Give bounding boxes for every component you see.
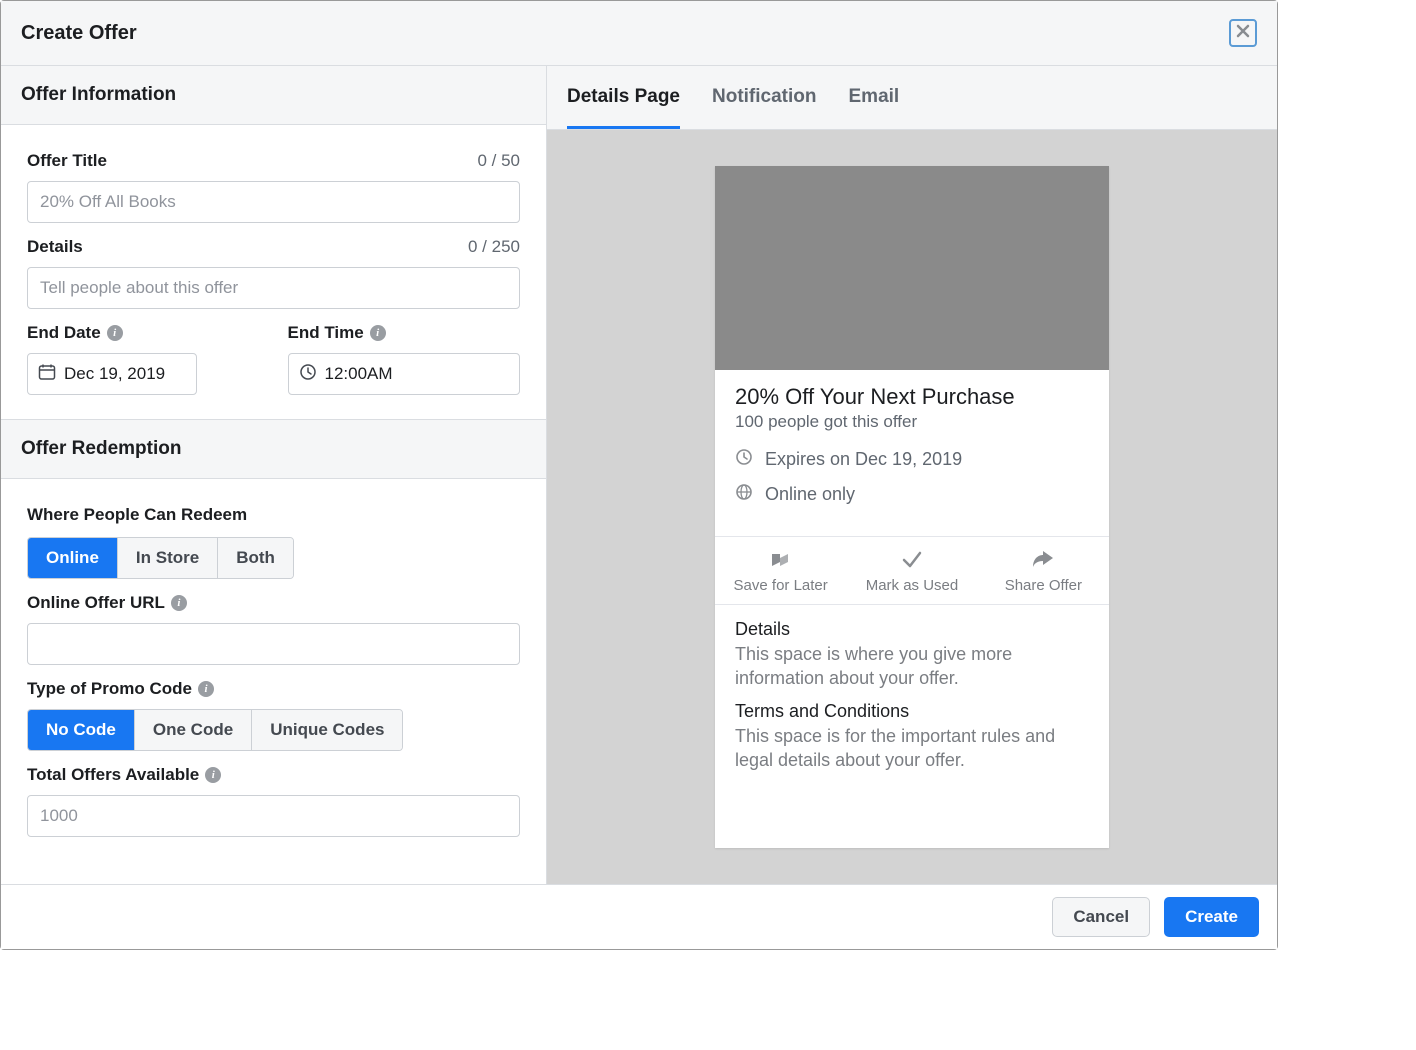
where-option-both[interactable]: Both bbox=[218, 538, 293, 578]
share-icon bbox=[1030, 548, 1056, 575]
preview-terms-heading: Terms and Conditions bbox=[735, 701, 1089, 722]
promo-type-label: Type of Promo Code bbox=[27, 679, 192, 699]
end-date-picker[interactable]: Dec 19, 2019 bbox=[27, 353, 197, 395]
clock-icon bbox=[735, 448, 753, 471]
modal-footer: Cancel Create bbox=[1, 884, 1277, 949]
bookmark-icon bbox=[768, 548, 794, 575]
preview-image-placeholder bbox=[715, 166, 1109, 370]
tab-notification[interactable]: Notification bbox=[712, 66, 817, 129]
modal-header: Create Offer bbox=[1, 1, 1277, 66]
info-icon[interactable]: i bbox=[198, 681, 214, 697]
promo-option-unique[interactable]: Unique Codes bbox=[252, 710, 402, 750]
mark-as-used-button[interactable]: Mark as Used bbox=[846, 537, 977, 604]
close-button[interactable] bbox=[1229, 19, 1257, 47]
clock-icon bbox=[299, 363, 317, 386]
details-label: Details bbox=[27, 237, 83, 257]
details-input[interactable] bbox=[27, 267, 520, 309]
cancel-button[interactable]: Cancel bbox=[1052, 897, 1150, 937]
mark-label: Mark as Used bbox=[846, 577, 977, 594]
create-button[interactable]: Create bbox=[1164, 897, 1259, 937]
offer-title-counter: 0 / 50 bbox=[477, 151, 520, 171]
share-offer-button[interactable]: Share Offer bbox=[978, 537, 1109, 604]
preview-details-text: This space is where you give more inform… bbox=[735, 642, 1089, 691]
globe-icon bbox=[735, 483, 753, 506]
preview-expires: Expires on Dec 19, 2019 bbox=[765, 449, 962, 470]
preview-tabs: Details Page Notification Email bbox=[547, 66, 1277, 130]
where-option-instore[interactable]: In Store bbox=[118, 538, 218, 578]
end-date-label: End Date bbox=[27, 323, 101, 343]
promo-option-none[interactable]: No Code bbox=[28, 710, 135, 750]
promo-type-group: No Code One Code Unique Codes bbox=[27, 709, 403, 751]
total-offers-input[interactable] bbox=[27, 795, 520, 837]
end-time-picker[interactable]: 12:00AM bbox=[288, 353, 520, 395]
modal-title: Create Offer bbox=[21, 22, 137, 45]
preview-details-heading: Details bbox=[735, 619, 1089, 640]
save-label: Save for Later bbox=[715, 577, 846, 594]
promo-option-one[interactable]: One Code bbox=[135, 710, 252, 750]
preview-card: 20% Off Your Next Purchase 100 people go… bbox=[715, 166, 1109, 848]
preview-terms-text: This space is for the important rules an… bbox=[735, 724, 1089, 773]
close-icon bbox=[1235, 23, 1251, 44]
info-icon[interactable]: i bbox=[171, 595, 187, 611]
info-icon[interactable]: i bbox=[205, 767, 221, 783]
where-option-online[interactable]: Online bbox=[28, 538, 118, 578]
preview-pane: Details Page Notification Email 20% Off … bbox=[547, 66, 1277, 884]
offer-redemption-heading: Offer Redemption bbox=[1, 419, 546, 479]
details-counter: 0 / 250 bbox=[468, 237, 520, 257]
total-offers-label: Total Offers Available bbox=[27, 765, 199, 785]
online-url-input[interactable] bbox=[27, 623, 520, 665]
offer-title-label: Offer Title bbox=[27, 151, 107, 171]
tab-email[interactable]: Email bbox=[849, 66, 900, 129]
offer-title-input[interactable] bbox=[27, 181, 520, 223]
info-icon[interactable]: i bbox=[370, 325, 386, 341]
offer-information-heading: Offer Information bbox=[1, 66, 546, 125]
end-date-value: Dec 19, 2019 bbox=[64, 364, 165, 384]
preview-offer-title: 20% Off Your Next Purchase bbox=[735, 384, 1089, 410]
preview-location: Online only bbox=[765, 484, 855, 505]
share-label: Share Offer bbox=[978, 577, 1109, 594]
preview-offer-sub: 100 people got this offer bbox=[735, 412, 1089, 432]
end-time-label: End Time bbox=[288, 323, 364, 343]
create-offer-modal: Create Offer Offer Information Offer Tit… bbox=[0, 0, 1278, 950]
check-icon bbox=[899, 548, 925, 575]
end-time-value: 12:00AM bbox=[325, 364, 393, 384]
info-icon[interactable]: i bbox=[107, 325, 123, 341]
tab-details-page[interactable]: Details Page bbox=[567, 66, 680, 129]
form-pane: Offer Information Offer Title 0 / 50 Det… bbox=[1, 66, 547, 884]
save-for-later-button[interactable]: Save for Later bbox=[715, 537, 846, 604]
calendar-icon bbox=[38, 363, 56, 386]
where-redeem-label: Where People Can Redeem bbox=[27, 505, 520, 525]
where-redeem-group: Online In Store Both bbox=[27, 537, 294, 579]
online-url-label: Online Offer URL bbox=[27, 593, 165, 613]
